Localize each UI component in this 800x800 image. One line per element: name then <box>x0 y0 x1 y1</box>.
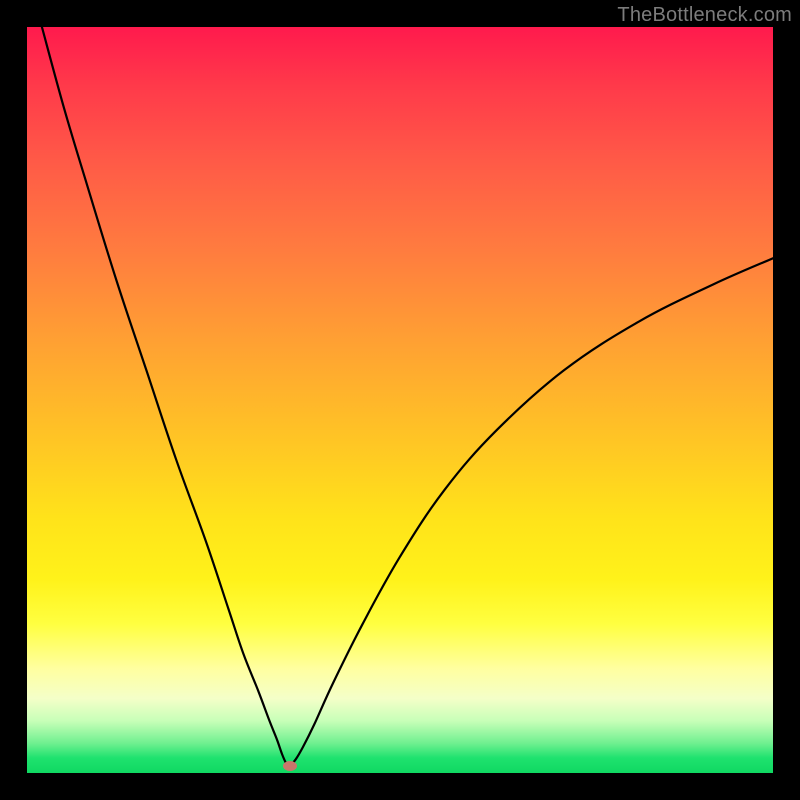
watermark-text: TheBottleneck.com <box>617 4 792 27</box>
optimum-marker <box>283 761 297 771</box>
chart-frame: TheBottleneck.com <box>0 0 800 800</box>
plot-area <box>27 27 773 773</box>
bottleneck-curve <box>27 27 773 773</box>
